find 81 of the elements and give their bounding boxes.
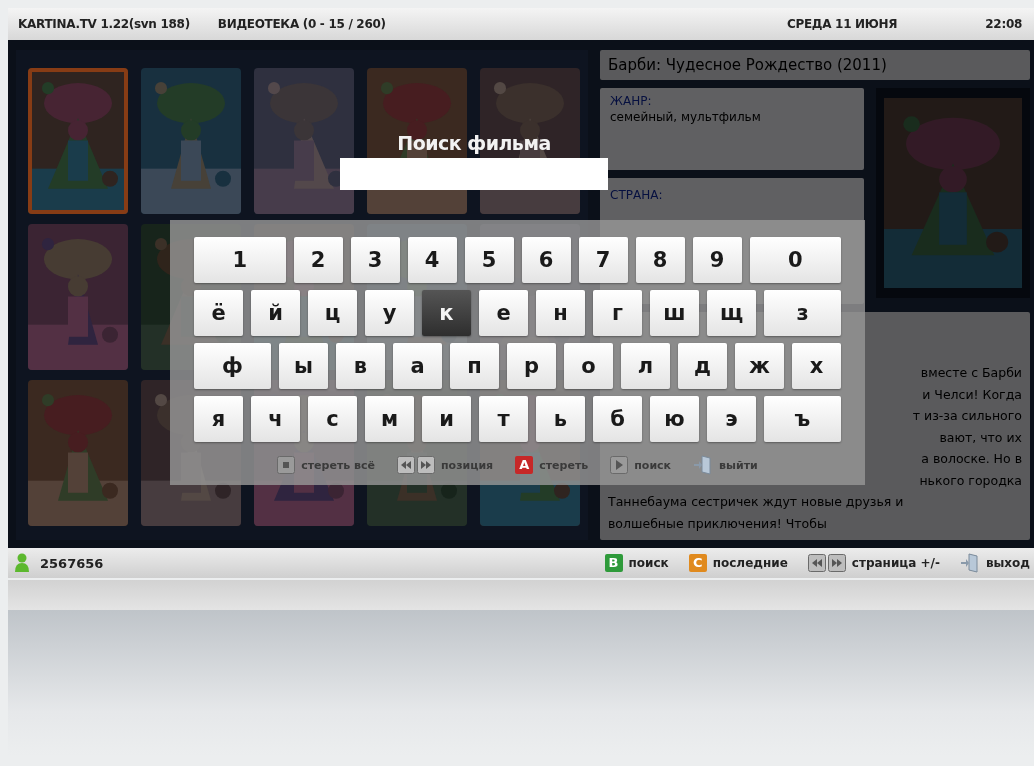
hint-label: стереть всё bbox=[301, 458, 375, 472]
movie-title: Барби: Чудесное Рождество (2011) bbox=[600, 50, 1030, 80]
keyboard-key[interactable]: ч bbox=[251, 396, 300, 442]
keyboard-key[interactable]: я bbox=[194, 396, 243, 442]
keyboard-key[interactable]: з bbox=[764, 290, 841, 336]
hint-label: страница +/- bbox=[851, 556, 940, 570]
keyboard-key[interactable]: 3 bbox=[350, 237, 400, 283]
color-key: B bbox=[604, 554, 623, 572]
keyboard-key[interactable]: д bbox=[678, 343, 727, 389]
search-title: Поиск фильма bbox=[397, 132, 551, 154]
keyboard-key[interactable]: ц bbox=[308, 290, 357, 336]
keyboard-key[interactable]: ж bbox=[735, 343, 784, 389]
exit-door-icon bbox=[959, 553, 980, 573]
user-id: 2567656 bbox=[40, 555, 104, 571]
date-label: СРЕДА 11 ИЮНЯ bbox=[786, 17, 898, 31]
keyboard-key[interactable]: е bbox=[479, 290, 528, 336]
keyboard-key[interactable]: 7 bbox=[578, 237, 628, 283]
hint-label: выйти bbox=[719, 458, 758, 472]
keyboard-key[interactable]: в bbox=[336, 343, 385, 389]
genre-label: ЖАНР: bbox=[610, 94, 653, 108]
description-line: волшебные приключения! Чтобы bbox=[608, 514, 828, 533]
genre-value: семейный, мультфильм bbox=[610, 110, 762, 124]
keyboard-key[interactable]: а bbox=[393, 343, 442, 389]
keyboard-key[interactable]: 6 bbox=[521, 237, 571, 283]
description-fragment: вают, что их bbox=[939, 428, 1022, 447]
keyboard-key[interactable]: л bbox=[621, 343, 670, 389]
keyboard-key[interactable]: э bbox=[707, 396, 756, 442]
hint-label: позиция bbox=[441, 458, 494, 472]
keyboard-key[interactable]: 2 bbox=[293, 237, 343, 283]
keyboard-key[interactable]: й bbox=[251, 290, 300, 336]
search-field[interactable] bbox=[340, 158, 608, 190]
description-fragment: а волоске. Но в bbox=[921, 450, 1022, 468]
keyboard-key[interactable]: и bbox=[422, 396, 471, 442]
description-line: Таннебаума сестричек ждут новые друзья и bbox=[608, 493, 905, 511]
description-fragment: и Челси! Когда bbox=[922, 385, 1022, 404]
description-fragment: т из-за сильного bbox=[912, 407, 1022, 425]
rewind-forward-icon bbox=[807, 554, 846, 572]
keyboard-key[interactable]: 4 bbox=[407, 237, 457, 283]
keyboard-key[interactable]: б bbox=[593, 396, 642, 442]
keyboard-key[interactable]: 0 bbox=[749, 237, 841, 283]
country-label: СТРАНА: bbox=[610, 188, 664, 202]
hint-label: выход bbox=[985, 556, 1030, 570]
app-version: KARTINA.TV 1.22(svn 188) bbox=[18, 17, 190, 31]
stop-icon bbox=[277, 456, 296, 474]
keyboard-key[interactable]: 8 bbox=[635, 237, 685, 283]
keyboard-key[interactable]: г bbox=[593, 290, 642, 336]
description-fragment: нького городка bbox=[919, 471, 1022, 490]
keyboard-key[interactable]: ш bbox=[650, 290, 699, 336]
section-title: ВИДЕОТЕКА (0 - 15 / 260) bbox=[217, 17, 386, 31]
keyboard-key[interactable]: к bbox=[422, 290, 471, 336]
hint-label: поиск bbox=[628, 556, 669, 570]
color-key: A bbox=[515, 456, 534, 474]
keyboard-key[interactable]: м bbox=[365, 396, 414, 442]
hint-label: поиск bbox=[634, 458, 672, 472]
hint-label: последние bbox=[712, 556, 788, 570]
rewind-forward-icon bbox=[397, 456, 435, 474]
keyboard-key[interactable]: ь bbox=[536, 396, 585, 442]
keyboard-key[interactable]: 9 bbox=[692, 237, 742, 283]
keyboard-key[interactable]: т bbox=[479, 396, 528, 442]
keyboard-key[interactable]: ю bbox=[650, 396, 699, 442]
keyboard-key[interactable]: х bbox=[792, 343, 841, 389]
user-icon bbox=[14, 553, 30, 573]
keyboard-key[interactable]: ы bbox=[279, 343, 328, 389]
keyboard-key[interactable]: ъ bbox=[764, 396, 841, 442]
keyboard-key[interactable]: р bbox=[507, 343, 556, 389]
keyboard-key[interactable]: с bbox=[308, 396, 357, 442]
keyboard-key[interactable]: п bbox=[450, 343, 499, 389]
keyboard-key[interactable]: щ bbox=[707, 290, 756, 336]
keyboard-key[interactable]: ё bbox=[194, 290, 243, 336]
keyboard-key[interactable]: 1 bbox=[194, 237, 286, 283]
keyboard-key[interactable]: у bbox=[365, 290, 414, 336]
keyboard-key[interactable]: ф bbox=[194, 343, 271, 389]
hint-label: стереть bbox=[539, 458, 589, 472]
clock: 22:08 bbox=[985, 17, 1022, 31]
play-icon bbox=[610, 456, 629, 474]
keyboard-key[interactable]: н bbox=[536, 290, 585, 336]
description-fragment: вместе с Барби bbox=[920, 364, 1022, 382]
keyboard-key[interactable]: 5 bbox=[464, 237, 514, 283]
color-key: C bbox=[688, 554, 707, 572]
keyboard-key[interactable]: о bbox=[564, 343, 613, 389]
exit-door-icon bbox=[693, 455, 714, 475]
